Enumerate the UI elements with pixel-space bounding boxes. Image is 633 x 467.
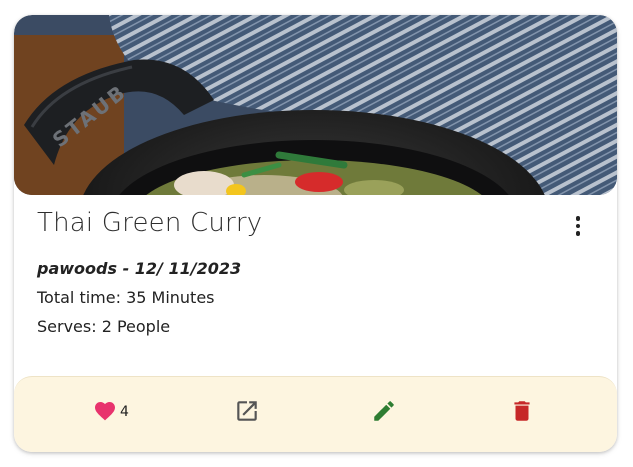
trash-icon [514, 401, 530, 421]
heart-icon [95, 402, 115, 421]
open-in-new-icon [237, 401, 257, 421]
edit-recipe-button[interactable] [371, 397, 397, 425]
pencil-icon [374, 401, 394, 421]
like-count: 4 [120, 404, 129, 420]
author-date: pawoods - 12/ 11/2023 [37, 259, 242, 278]
card-actions: 4 [14, 376, 617, 452]
recipe-card: STAUB Thai Green Curry pawoods - 12/ 11/… [14, 15, 617, 452]
recipe-image: STAUB [14, 15, 617, 195]
serves: Serves: 2 People [37, 317, 171, 336]
delete-recipe-button[interactable] [509, 397, 535, 425]
more-vert-icon [575, 216, 581, 221]
more-options-button[interactable] [566, 213, 590, 239]
recipe-title: Thai Green Curry [37, 208, 263, 238]
like-button[interactable]: 4 [92, 397, 129, 425]
total-time: Total time: 35 Minutes [37, 288, 215, 307]
open-recipe-button[interactable] [234, 397, 260, 425]
